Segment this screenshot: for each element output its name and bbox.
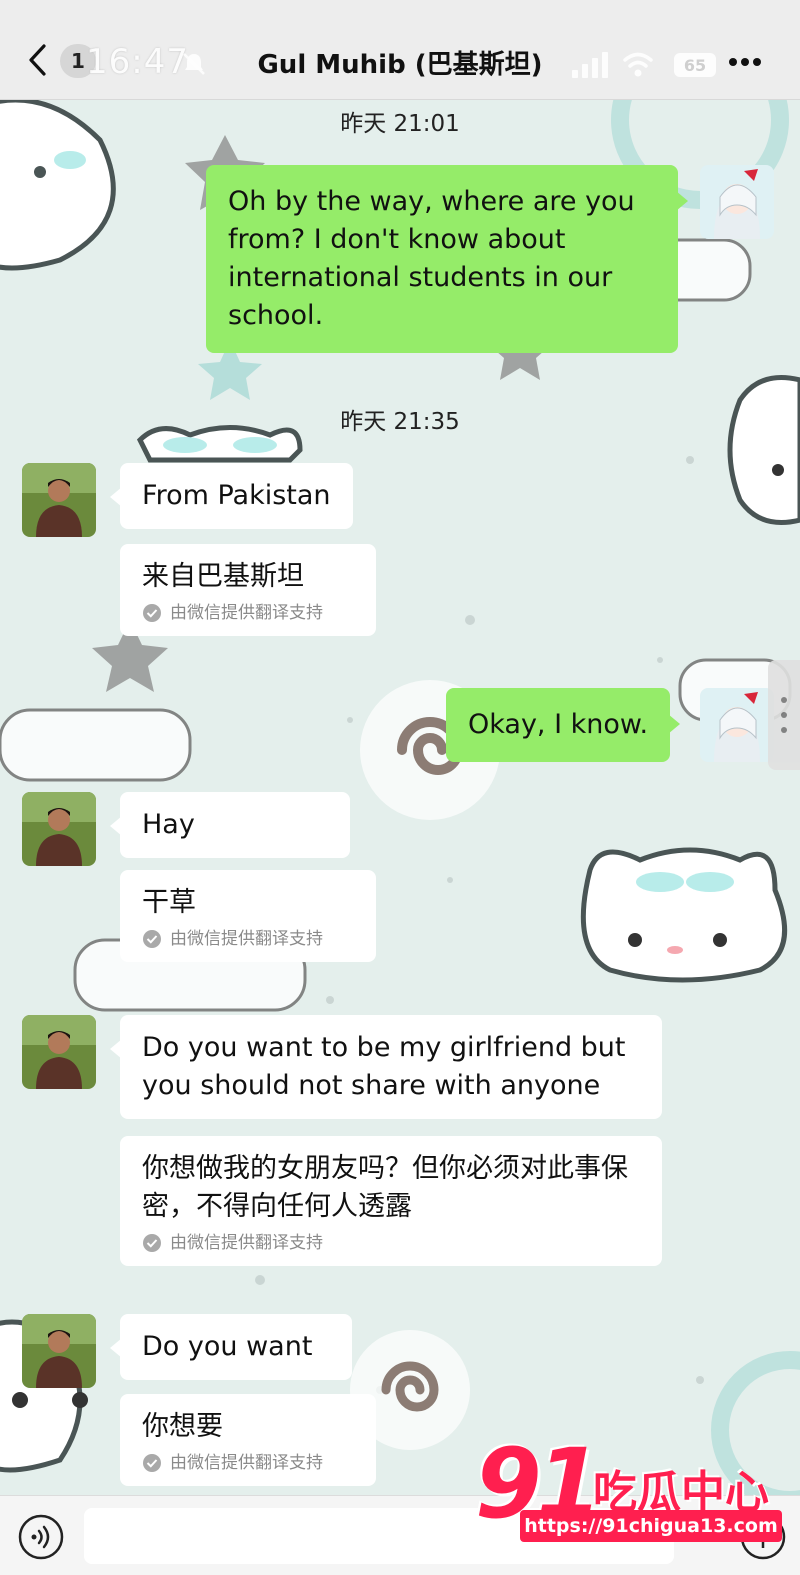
contact-avatar[interactable] bbox=[22, 1015, 96, 1089]
contact-message-bubble[interactable]: Do you want to be my girlfriend but you … bbox=[110, 1015, 662, 1119]
translation-note-text: 由微信提供翻译支持 bbox=[170, 929, 323, 949]
translated-text: 你想做我的女朋友吗？但你必须对此事保密，不得向任何人透露 bbox=[142, 1153, 628, 1222]
drawer-dots-icon bbox=[781, 697, 787, 733]
contact-avatar[interactable] bbox=[22, 792, 96, 866]
chat-header: 1 16:47 Gul Muhib (巴基斯坦) 65 bbox=[0, 0, 800, 100]
side-drawer-handle[interactable] bbox=[768, 660, 800, 770]
chat-title: Gul Muhib (巴基斯坦) bbox=[257, 50, 543, 80]
translation-note: 由微信提供翻译支持 bbox=[142, 928, 354, 950]
check-icon bbox=[143, 1234, 161, 1252]
translation-card[interactable]: 你想做我的女朋友吗？但你必须对此事保密，不得向任何人透露 由微信提供翻译支持 bbox=[120, 1136, 662, 1266]
translation-card[interactable]: 你想要 由微信提供翻译支持 bbox=[120, 1394, 376, 1486]
status-bar-time: 16:47 bbox=[86, 42, 189, 82]
mute-icon bbox=[183, 53, 205, 75]
my-avatar[interactable] bbox=[700, 688, 774, 762]
timestamp: 昨天 21:01 bbox=[340, 111, 460, 137]
translation-card[interactable]: 来自巴基斯坦 由微信提供翻译支持 bbox=[120, 544, 376, 636]
more-icon[interactable] bbox=[728, 56, 762, 68]
translation-note-text: 由微信提供翻译支持 bbox=[170, 1233, 323, 1253]
contact-avatar[interactable] bbox=[22, 463, 96, 537]
signal-icon bbox=[572, 52, 608, 78]
contact-avatar[interactable] bbox=[22, 1314, 96, 1388]
check-icon bbox=[143, 1454, 161, 1472]
my-message-bubble[interactable]: Okay, I know. bbox=[446, 688, 681, 762]
wifi-icon bbox=[623, 52, 653, 77]
translated-text: 你想要 bbox=[142, 1411, 223, 1442]
translation-note: 由微信提供翻译支持 bbox=[142, 602, 354, 624]
contact-message-bubble[interactable]: From Pakistan bbox=[110, 463, 353, 529]
my-avatar[interactable] bbox=[700, 165, 774, 239]
translation-note: 由微信提供翻译支持 bbox=[142, 1452, 354, 1474]
my-message-bubble[interactable]: Oh by the way, where are you from? I don… bbox=[206, 165, 688, 353]
translation-note: 由微信提供翻译支持 bbox=[142, 1232, 640, 1254]
chat-message-list[interactable]: 昨天 21:01 Oh by the way, where are you fr… bbox=[0, 100, 800, 1495]
translated-text: 来自巴基斯坦 bbox=[142, 561, 304, 592]
translation-note-text: 由微信提供翻译支持 bbox=[170, 603, 323, 623]
voice-icon[interactable] bbox=[18, 1514, 64, 1560]
translation-card[interactable]: 干草 由微信提供翻译支持 bbox=[120, 870, 376, 962]
check-icon bbox=[143, 930, 161, 948]
translation-note-text: 由微信提供翻译支持 bbox=[170, 1453, 323, 1473]
contact-message-bubble[interactable]: Do you want bbox=[110, 1314, 352, 1380]
translated-text: 干草 bbox=[142, 887, 196, 918]
back-icon[interactable] bbox=[26, 42, 50, 78]
check-icon bbox=[143, 604, 161, 622]
timestamp: 昨天 21:35 bbox=[340, 409, 460, 435]
contact-message-bubble[interactable]: Hay bbox=[110, 792, 350, 858]
battery-indicator: 65 bbox=[674, 53, 716, 77]
watermark-url: https://91chigua13.com bbox=[520, 1510, 782, 1542]
site-watermark: 91 吃瓜中心 https://91chigua13.com bbox=[465, 1428, 800, 1575]
